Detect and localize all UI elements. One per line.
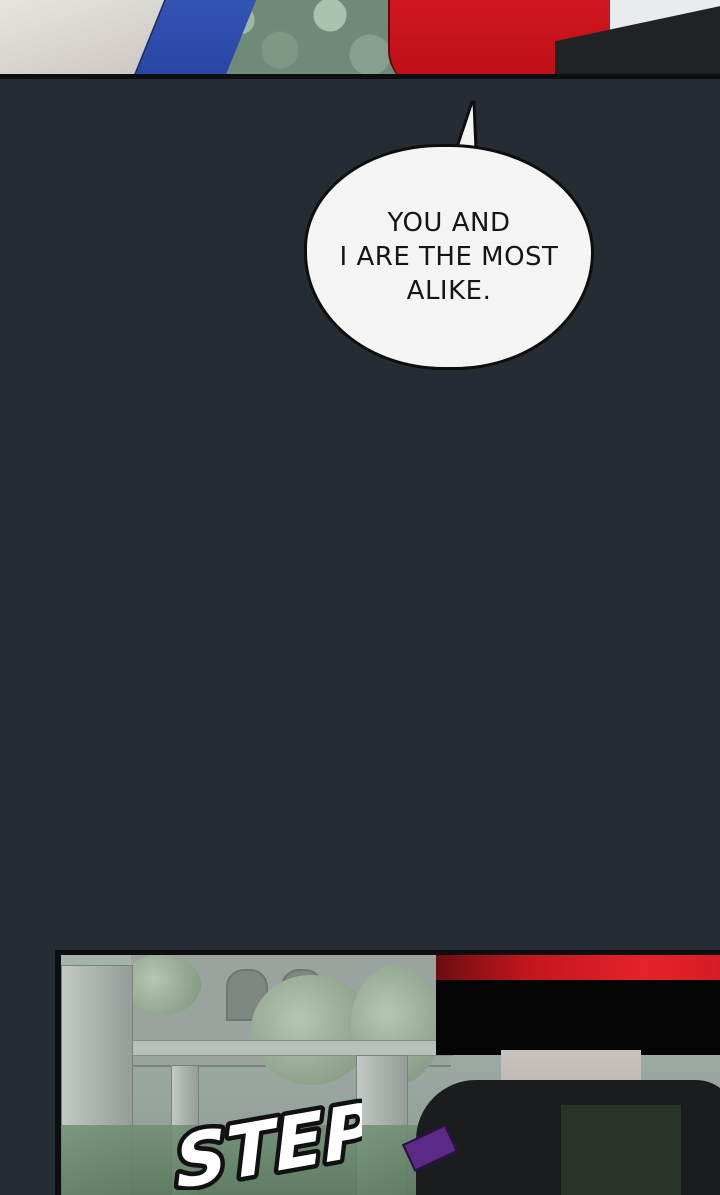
top-panel-illustration: [0, 0, 720, 76]
comic-page: YOU AND I ARE THE MOST ALIKE. STEP: [0, 0, 720, 1195]
green-coat: [561, 1105, 681, 1195]
speech-bubble-tail: [454, 100, 478, 150]
panel-border: [0, 74, 720, 79]
dialogue-line-1: YOU AND: [387, 208, 511, 238]
dialogue-line-3: ALIKE.: [406, 276, 492, 306]
bottom-panel-illustration: [61, 955, 720, 1195]
tree: [121, 955, 201, 1015]
step-sound-effect: STEP: [172, 1083, 362, 1190]
black-hat-band: [436, 980, 720, 1055]
dialogue-line-2: I ARE THE MOST: [339, 242, 559, 272]
speech-bubble-text: YOU AND I ARE THE MOST ALIKE.: [304, 144, 594, 370]
fence-rail: [121, 1040, 453, 1056]
sfx-text: STEP: [173, 1087, 362, 1190]
